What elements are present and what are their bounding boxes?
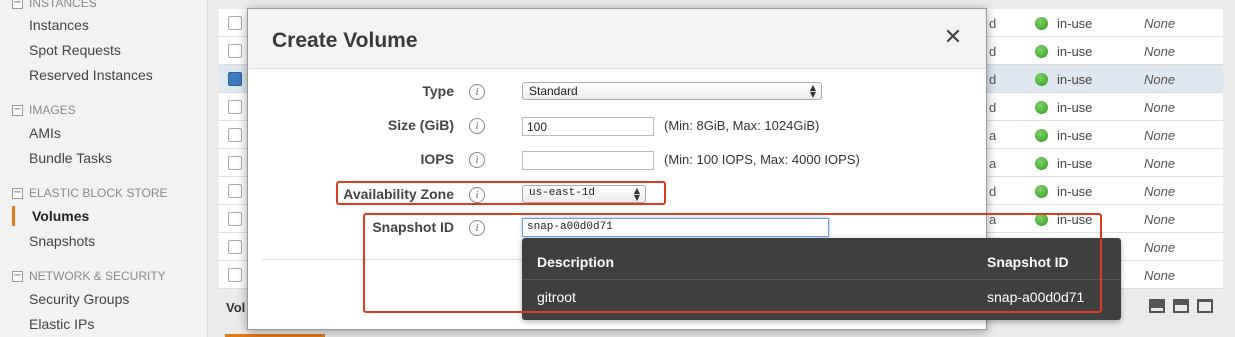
section-instances[interactable]: − INSTANCES <box>12 0 97 10</box>
state-cell: in-use <box>1057 16 1093 31</box>
iops-input[interactable] <box>522 151 654 170</box>
state-cell: in-use <box>1057 128 1093 143</box>
size-input[interactable]: 100 <box>522 117 654 136</box>
state-cell: in-use <box>1057 72 1093 87</box>
alarm-cell: None <box>1144 156 1176 171</box>
sidebar-item-bundle-tasks[interactable]: Bundle Tasks <box>29 150 112 166</box>
sidebar-item-volumes[interactable]: Volumes <box>32 208 89 224</box>
sidebar-item-instances[interactable]: Instances <box>29 17 89 33</box>
sidebar-item-security-groups[interactable]: Security Groups <box>29 291 129 307</box>
section-label: NETWORK & SECURITY <box>29 269 166 283</box>
alarm-cell: None <box>1144 212 1176 227</box>
section-images[interactable]: − IMAGES <box>12 103 76 117</box>
zone-cell: d <box>989 16 997 31</box>
collapse-icon[interactable]: − <box>12 270 23 282</box>
dialog-header: Create Volume ✕ <box>248 9 986 69</box>
status-dot-icon <box>1035 17 1048 30</box>
alarm-cell: None <box>1144 184 1176 199</box>
collapse-icon[interactable]: − <box>12 187 23 199</box>
section-label: ELASTIC BLOCK STORE <box>29 186 168 200</box>
active-indicator <box>12 206 15 226</box>
zone-cell: a <box>989 128 997 143</box>
state-cell: in-use <box>1057 44 1093 59</box>
zone-cell: d <box>989 100 997 115</box>
sidebar-item-reserved-instances[interactable]: Reserved Instances <box>29 67 153 83</box>
row-checkbox[interactable] <box>228 100 242 114</box>
row-checkbox[interactable] <box>228 268 242 282</box>
collapse-icon[interactable]: − <box>12 104 23 116</box>
status-dot-icon <box>1035 101 1048 114</box>
iops-hint: (Min: 100 IOPS, Max: 4000 IOPS) <box>664 152 860 167</box>
zone-cell: d <box>989 44 997 59</box>
type-label: Type <box>422 83 454 99</box>
select-arrows-icon: ▲ ▼ <box>809 83 816 99</box>
alarm-cell: None <box>1144 268 1176 283</box>
collapse-icon[interactable]: − <box>12 0 23 9</box>
sidebar-item-snapshots[interactable]: Snapshots <box>29 233 95 249</box>
status-dot-icon <box>1035 129 1048 142</box>
status-dot-icon <box>1035 45 1048 58</box>
sidebar: − INSTANCES Instances Spot Requests Rese… <box>0 0 208 337</box>
dialog-title: Create Volume <box>272 29 418 52</box>
row-checkbox[interactable] <box>228 16 242 30</box>
row-checkbox[interactable] <box>228 240 242 254</box>
layout-split-icon[interactable] <box>1173 299 1189 313</box>
iops-label: IOPS <box>420 151 454 167</box>
sidebar-item-amis[interactable]: AMIs <box>29 125 61 141</box>
snapshot-highlight-box <box>363 213 1102 313</box>
section-network-security[interactable]: − NETWORK & SECURITY <box>12 269 166 283</box>
state-cell: in-use <box>1057 100 1093 115</box>
layout-top-icon[interactable] <box>1197 299 1213 313</box>
details-label: Vol <box>226 300 246 315</box>
status-dot-icon <box>1035 185 1048 198</box>
state-cell: in-use <box>1057 184 1093 199</box>
zone-cell: a <box>989 156 997 171</box>
sidebar-item-spot-requests[interactable]: Spot Requests <box>29 42 121 58</box>
close-icon[interactable]: ✕ <box>943 27 963 49</box>
row-checkbox[interactable] <box>228 72 242 86</box>
type-select[interactable]: Standard ▲ ▼ <box>522 82 822 100</box>
sidebar-item-elastic-ips[interactable]: Elastic IPs <box>29 316 94 332</box>
alarm-cell: None <box>1144 240 1176 255</box>
size-label: Size (GiB) <box>387 117 454 133</box>
alarm-cell: None <box>1144 44 1176 59</box>
state-cell: in-use <box>1057 156 1093 171</box>
row-checkbox[interactable] <box>228 44 242 58</box>
info-icon[interactable]: i <box>469 152 485 168</box>
status-dot-icon <box>1035 157 1048 170</box>
row-checkbox[interactable] <box>228 128 242 142</box>
alarm-cell: None <box>1144 128 1176 143</box>
row-checkbox[interactable] <box>228 212 242 226</box>
alarm-cell: None <box>1144 16 1176 31</box>
layout-bottom-icon[interactable] <box>1149 299 1165 313</box>
alarm-cell: None <box>1144 100 1176 115</box>
status-dot-icon <box>1035 73 1048 86</box>
row-checkbox[interactable] <box>228 184 242 198</box>
alarm-cell: None <box>1144 72 1176 87</box>
row-checkbox[interactable] <box>228 156 242 170</box>
size-hint: (Min: 8GiB, Max: 1024GiB) <box>664 118 820 133</box>
section-elastic-block-store[interactable]: − ELASTIC BLOCK STORE <box>12 186 168 200</box>
zone-cell: d <box>989 184 997 199</box>
info-icon[interactable]: i <box>469 84 485 100</box>
pane-layout-controls <box>1149 299 1213 313</box>
section-label: IMAGES <box>29 103 76 117</box>
info-icon[interactable]: i <box>469 118 485 134</box>
zone-cell: d <box>989 72 997 87</box>
type-select-value: Standard <box>529 84 578 98</box>
zone-highlight-box <box>336 181 666 205</box>
section-label: INSTANCES <box>29 0 97 10</box>
